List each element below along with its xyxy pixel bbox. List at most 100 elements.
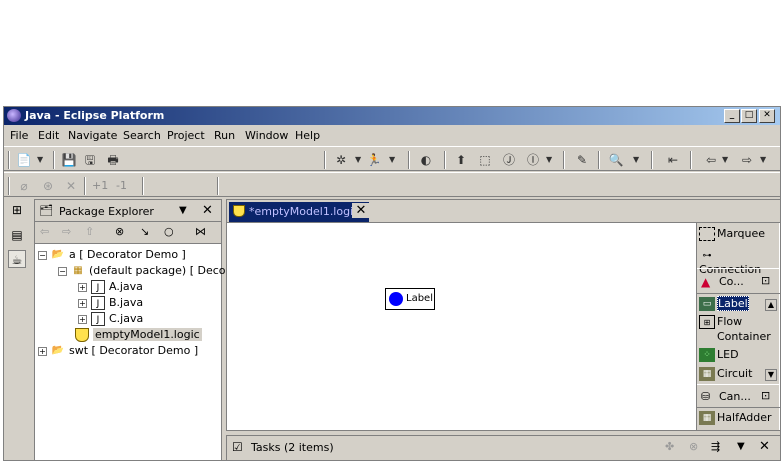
debug-dropdown-icon[interactable]: ▼ — [355, 152, 361, 168]
package-explorer-icon: 🗂 — [39, 204, 53, 217]
scroll-down-icon[interactable]: ▼ — [765, 369, 777, 381]
eclipse-logo-icon — [7, 109, 21, 122]
project-folder-icon: 📂 — [51, 345, 65, 356]
filter-tasks-icon[interactable]: ⇶ — [711, 440, 720, 453]
palette: Marquee ⊶Connection ▲ Co... ⊡ ▭ Label ⊞ Fl… — [696, 223, 780, 430]
close-window-button[interactable]: ✕ — [759, 109, 775, 123]
new-interface-icon[interactable]: Ⓘ — [525, 152, 541, 168]
back-icon[interactable]: ⇦ — [703, 152, 719, 168]
new-dropdown-icon[interactable]: ▼ — [37, 152, 43, 168]
window-title: Java - Eclipse Platform — [25, 109, 165, 122]
tree-item-default-package[interactable]: − ▦ (default package) [ Decora — [58, 263, 237, 279]
new-wizard-icon[interactable]: 📄 — [16, 152, 32, 168]
external-tools-icon[interactable]: ◐ — [418, 152, 434, 168]
increment-button[interactable]: +1 — [92, 179, 108, 192]
link-icon[interactable]: ⌀ — [16, 178, 32, 194]
back-icon[interactable]: ⇦ — [40, 225, 49, 238]
menu-edit[interactable]: Edit — [38, 129, 59, 142]
menu-project[interactable]: Project — [167, 129, 205, 142]
tree-item-project-swt[interactable]: + 📂 swt [ Decorator Demo ] — [38, 343, 198, 359]
tree-item-c-java[interactable]: + J C.java — [78, 311, 143, 327]
palette-marquee[interactable]: Marquee — [699, 227, 779, 241]
print-icon[interactable]: 🖶 — [105, 152, 121, 168]
palette-led[interactable]: ⁘ LED — [699, 348, 779, 362]
expand-icon[interactable]: + — [78, 282, 87, 292]
new-package-icon[interactable]: ⬚ — [477, 152, 493, 168]
menu-run[interactable]: Run — [214, 129, 235, 142]
run-dropdown-icon[interactable]: ▼ — [389, 152, 395, 168]
menu-window[interactable]: Window — [245, 129, 288, 142]
filter-static-icon[interactable]: ↘ — [140, 225, 149, 238]
menu-file[interactable]: File — [10, 129, 28, 142]
tree-item-b-java[interactable]: + J B.java — [78, 295, 143, 311]
expand-icon[interactable]: + — [78, 314, 87, 324]
close-view-icon[interactable]: ✕ — [202, 203, 213, 218]
view-menu-icon[interactable]: ▼ — [737, 441, 745, 452]
toolbar-separator — [84, 177, 86, 195]
open-perspective-icon[interactable]: ⊞ — [8, 201, 26, 219]
palette-components-drawer[interactable]: ▲ Co... ⊡ — [697, 268, 780, 294]
pen-icon[interactable]: ✎ — [574, 152, 590, 168]
new-java-project-icon[interactable]: ⬆ — [453, 152, 469, 168]
secondary-toolbar: ⌀ ⊛ ✕ +1 -1 — [4, 172, 780, 197]
back-dropdown-icon[interactable]: ▼ — [722, 152, 728, 168]
scroll-up-icon[interactable]: ▲ — [765, 299, 777, 311]
diagram-canvas[interactable]: Label — [227, 223, 696, 430]
up-icon[interactable]: ⇧ — [85, 225, 94, 238]
save-icon[interactable]: 💾 — [61, 152, 77, 168]
java-perspective-icon[interactable]: ☕ — [8, 250, 26, 268]
remove-icon[interactable]: ✕ — [63, 178, 79, 194]
tree-item-empty-model[interactable]: emptyModel1.logic — [75, 327, 202, 343]
palette-flow-container-line2[interactable]: Container — [717, 330, 780, 343]
package-tree: − 📂 a [ Decorator Demo ] − ▦ (default packag… — [35, 245, 237, 460]
canvas-label-element[interactable]: Label — [385, 288, 435, 310]
link-editor-icon[interactable]: ⋈ — [195, 225, 206, 238]
debug-icon[interactable]: ✲ — [333, 152, 349, 168]
menu-help[interactable]: Help — [295, 129, 320, 142]
pin-icon[interactable]: ⊡ — [761, 389, 770, 402]
forward-dropdown-icon[interactable]: ▼ — [760, 152, 766, 168]
filter-nonpublic-icon[interactable]: ○ — [164, 225, 174, 238]
last-edit-icon[interactable]: ⇤ — [665, 152, 681, 168]
search-dropdown-icon[interactable]: ▼ — [633, 152, 639, 168]
tab-empty-model[interactable]: *emptyModel1.logic — [229, 202, 369, 222]
new-type-dropdown-icon[interactable]: ▼ — [546, 152, 552, 168]
collapse-icon[interactable]: − — [58, 266, 67, 276]
palette-halfadder[interactable]: ▦ HalfAdder — [699, 411, 779, 425]
forward-icon[interactable]: ⇨ — [739, 152, 755, 168]
save-all-icon[interactable]: 🖫 — [82, 152, 98, 168]
pin-icon[interactable]: ⊡ — [761, 274, 770, 287]
close-tab-icon[interactable]: ✕ — [352, 203, 370, 218]
minimize-button[interactable]: _ — [724, 109, 740, 123]
toolbar-separator — [324, 151, 326, 169]
menu-navigate[interactable]: Navigate — [68, 129, 117, 142]
maximize-button[interactable]: □ — [741, 109, 757, 123]
palette-flow-container[interactable]: ⊞ Flow — [699, 315, 779, 329]
forward-icon[interactable]: ⇨ — [62, 225, 71, 238]
run-icon[interactable]: 🏃 — [366, 152, 382, 168]
delete-task-icon[interactable]: ⊗ — [689, 440, 698, 453]
new-class-icon[interactable]: Ⓙ — [501, 152, 517, 168]
toolbar-separator — [217, 177, 219, 195]
close-view-icon[interactable]: ✕ — [759, 439, 770, 454]
tasks-icon: ☑ — [232, 440, 243, 454]
menu-search[interactable]: Search — [123, 129, 161, 142]
main-toolbar: 📄 ▼ 💾 🖫 🖶 ✲ ▼ 🏃 ▼ ◐ ⬆ ⬚ Ⓙ Ⓘ ▼ ✎ 🔍 ▼ ⇤ ⇦ … — [4, 146, 780, 171]
palette-canned-drawer[interactable]: ⛁ Can... ⊡ — [697, 384, 780, 408]
view-menu-icon[interactable]: ▼ — [179, 205, 187, 216]
collapse-icon[interactable]: − — [38, 250, 47, 260]
tree-item-a-java[interactable]: + J A.java — [78, 279, 143, 295]
editor-tab-strip: *emptyModel1.logic ✕ — [227, 200, 780, 223]
collapse-all-icon[interactable]: ⊗ — [115, 225, 124, 238]
flow-container-icon: ⊞ — [699, 315, 715, 329]
explorer-toolbar: ⇦ ⇨ ⇧ ⊗ ↘ ○ ⋈ — [35, 222, 221, 244]
add-task-icon[interactable]: ✤ — [665, 440, 674, 453]
tree-item-label: a [ Decorator Demo ] — [69, 248, 186, 261]
expand-icon[interactable]: + — [78, 298, 87, 308]
expand-icon[interactable]: + — [38, 346, 47, 356]
tree-item-project-a[interactable]: − 📂 a [ Decorator Demo ] — [38, 247, 186, 263]
resource-perspective-icon[interactable]: ▤ — [8, 226, 26, 244]
search-icon[interactable]: 🔍 — [608, 152, 624, 168]
hierarchy-icon[interactable]: ⊛ — [40, 178, 56, 194]
decrement-button[interactable]: -1 — [116, 179, 127, 192]
